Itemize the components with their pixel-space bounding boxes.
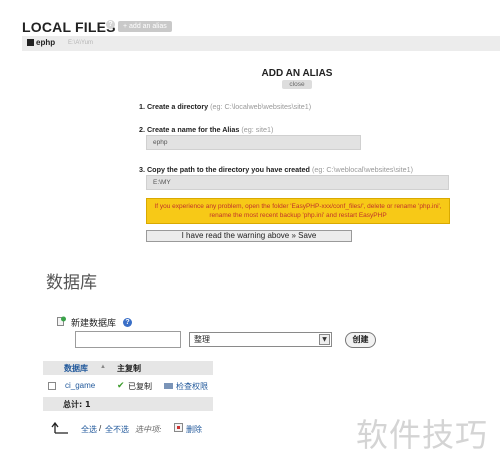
select-none-link[interactable]: 全不选	[105, 424, 129, 435]
alias-name-input[interactable]: ephp	[146, 135, 361, 150]
step2-text: 2. Create a name for the Alias (eg: site…	[139, 125, 273, 134]
chevron-down-icon[interactable]: ▼	[319, 334, 330, 345]
delete-icon[interactable]	[174, 423, 183, 432]
delete-link[interactable]: 删除	[186, 424, 202, 435]
close-button[interactable]: close	[282, 80, 312, 89]
database-link[interactable]: ci_game	[65, 381, 95, 390]
collation-value: 整理	[194, 335, 210, 344]
database-title: 数据库	[46, 273, 97, 293]
step3-label: 3. Copy the path to the directory you ha…	[139, 165, 310, 174]
total-count: 总计: 1	[63, 400, 91, 409]
check-privileges-link[interactable]: 检查权限	[176, 381, 208, 392]
alias-panel-title: ADD AN ALIAS	[261, 68, 333, 79]
replication-status: 已复制	[128, 382, 152, 391]
arrow-up-icon	[51, 422, 68, 434]
new-database-icon	[57, 316, 66, 326]
help-icon[interactable]: ?	[106, 20, 115, 29]
step1-text: 1. Create a directory (eg: C:\localweb\w…	[139, 102, 311, 111]
watermark: 软件技巧	[356, 416, 489, 454]
alias-path-input[interactable]: E:\MY	[146, 175, 449, 190]
selected-items-label: 选中项:	[135, 425, 162, 434]
select-separator: /	[99, 424, 102, 433]
step3-example: (eg: C:\weblocal\websites\site1)	[311, 165, 414, 174]
new-database-label: 新建数据库	[71, 319, 117, 329]
column-header-database[interactable]: 数据库	[64, 363, 88, 374]
database-name-input[interactable]	[75, 331, 181, 348]
warning-box: If you experience any problem, open the …	[146, 198, 450, 224]
folder-icon	[27, 39, 34, 46]
page-title: LOCAL FILES	[22, 19, 116, 35]
step3-text: 3. Copy the path to the directory you ha…	[139, 165, 413, 174]
tab-ephp[interactable]: ephp	[27, 38, 55, 47]
privileges-icon	[164, 383, 173, 389]
step2-label: 2. Create a name for the Alias	[139, 125, 240, 134]
step2-example: (eg: site1)	[241, 125, 274, 134]
step1-example: (eg: C:\localweb\websites\site1)	[210, 102, 312, 111]
help-icon[interactable]: ?	[123, 318, 132, 327]
step1-label: 1. Create a directory	[139, 102, 209, 111]
save-button[interactable]: I have read the warning above » Save	[146, 230, 352, 242]
tab-bar	[22, 36, 500, 51]
add-alias-button[interactable]: + add an alias	[118, 21, 172, 32]
collation-select[interactable]: 整理 ▼	[189, 332, 332, 347]
check-icon: ✔	[117, 380, 125, 390]
sort-icon[interactable]: ▲	[100, 364, 106, 370]
row-checkbox[interactable]	[48, 382, 56, 390]
create-button[interactable]: 创建	[345, 332, 376, 348]
tab-ephp-label: ephp	[36, 38, 56, 47]
column-header-replication: 主复制	[117, 364, 141, 373]
select-all-link[interactable]: 全选	[81, 424, 97, 435]
tab-path: E:\A\Yum	[68, 40, 94, 46]
